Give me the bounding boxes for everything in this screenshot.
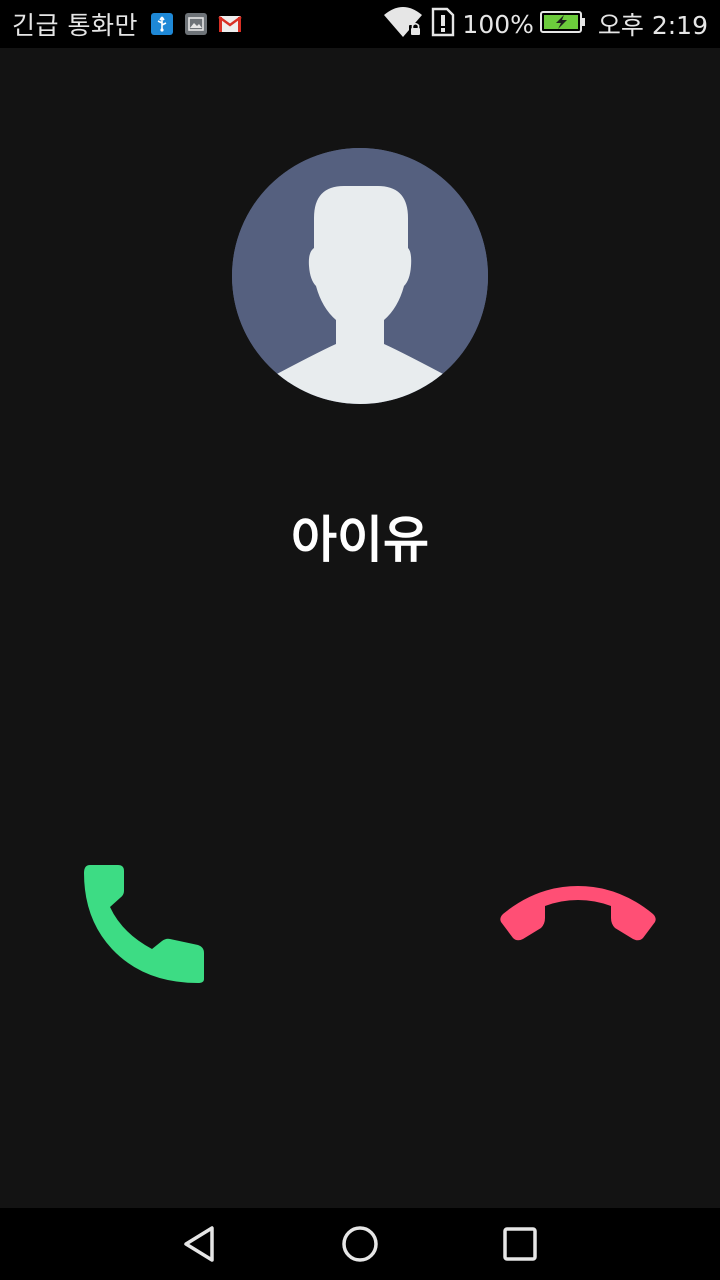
back-button[interactable] (160, 1208, 240, 1280)
answer-button[interactable] (70, 850, 220, 995)
battery-charging-icon (539, 10, 586, 38)
caller-name: 아이유 (291, 511, 429, 569)
phone-hangup-icon (499, 886, 656, 941)
back-icon (184, 1226, 214, 1262)
image-icon (184, 12, 208, 36)
battery-percent: 100% (462, 9, 534, 39)
decline-button[interactable] (490, 870, 665, 960)
default-contact-avatar-icon (232, 148, 488, 404)
clock: 오후 2:19 (597, 11, 708, 40)
status-bar: 긴급 통화만 100% 오후 2:19 (0, 0, 720, 48)
gmail-icon (218, 12, 242, 36)
sim-alert-icon (430, 7, 456, 41)
incoming-call-screen: 긴급 통화만 100% 오후 2:19 아이유 (0, 0, 720, 1280)
navigation-bar (0, 1208, 720, 1280)
status-right: 100% 오후 2:19 (382, 0, 708, 48)
wifi-icon (382, 5, 424, 43)
phone-answer-icon (84, 864, 204, 983)
recents-icon (503, 1227, 537, 1261)
status-left: 긴급 통화만 (12, 0, 242, 48)
home-button[interactable] (320, 1208, 400, 1280)
contact-avatar (232, 148, 488, 404)
usb-icon (150, 12, 174, 36)
home-icon (342, 1226, 378, 1262)
recents-button[interactable] (480, 1208, 560, 1280)
carrier-text: 긴급 통화만 (12, 11, 138, 40)
